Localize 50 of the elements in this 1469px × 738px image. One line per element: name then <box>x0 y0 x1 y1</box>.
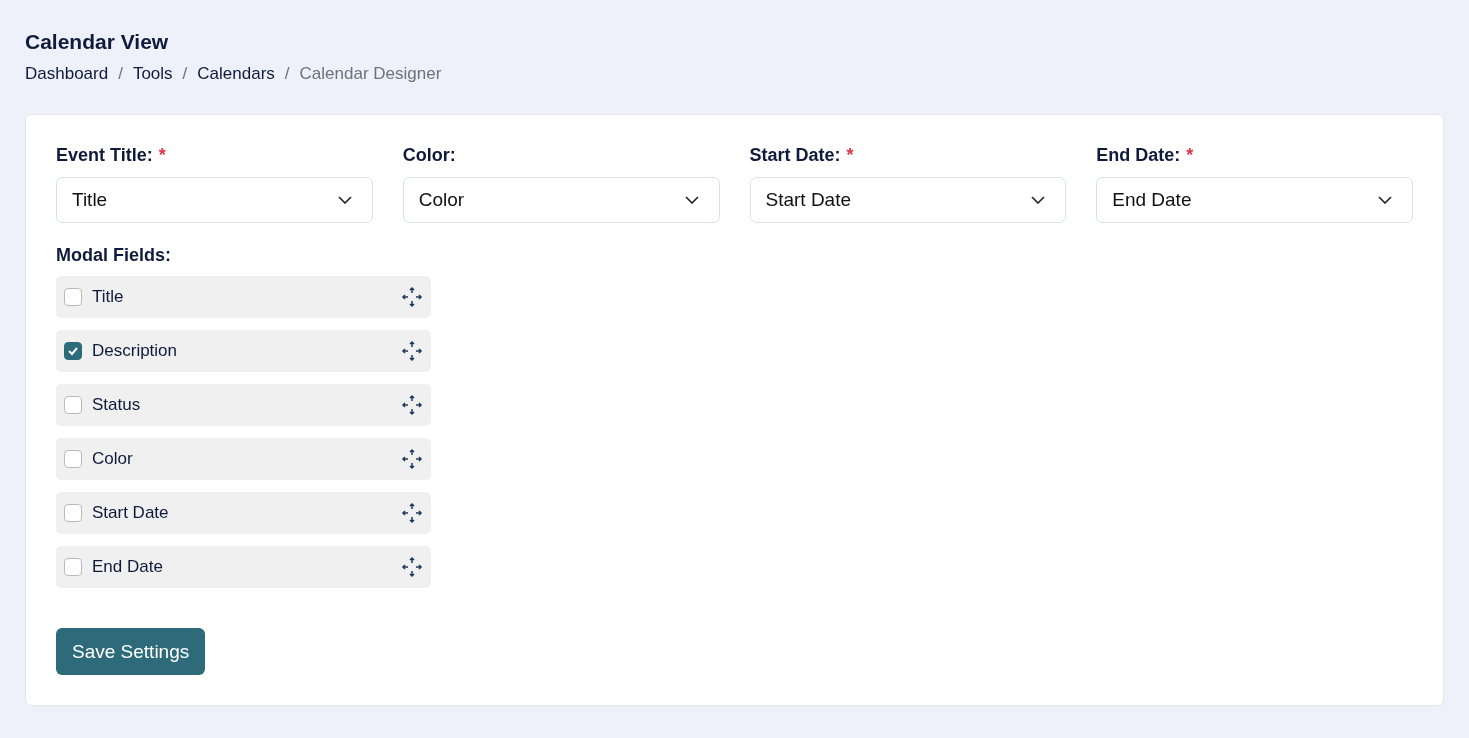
page-title: Calendar View <box>25 30 170 54</box>
breadcrumb-separator: / <box>284 64 290 84</box>
field-label: Modal Fields: <box>56 245 172 266</box>
move-icon[interactable] <box>401 286 423 308</box>
checkbox[interactable] <box>64 396 82 414</box>
field-label: Event Title: <box>56 145 153 166</box>
checkbox[interactable] <box>64 342 82 360</box>
save-settings-button[interactable]: Save Settings <box>56 628 206 675</box>
modal-field-item[interactable]: End Date <box>56 546 431 588</box>
move-icon[interactable] <box>401 502 423 524</box>
select-dropdown[interactable]: End Date <box>1096 177 1413 223</box>
checkbox[interactable] <box>64 504 82 522</box>
field-label: Start Date: <box>749 145 841 166</box>
required-mark: * <box>1186 145 1194 166</box>
checkbox[interactable] <box>64 558 82 576</box>
checkbox[interactable] <box>64 450 82 468</box>
breadcrumb-separator: / <box>182 64 188 84</box>
breadcrumb-link[interactable]: Calendars <box>197 64 275 84</box>
breadcrumb-separator: / <box>118 64 123 84</box>
modal-field-item[interactable]: Start Date <box>56 492 431 534</box>
modal-field-label: Status <box>92 395 142 415</box>
chevron-down-icon <box>1031 196 1046 204</box>
select-dropdown[interactable]: Color <box>402 177 720 223</box>
modal-field-item[interactable]: Description <box>56 330 431 372</box>
modal-field-label: Color <box>92 449 134 469</box>
required-mark: * <box>158 145 166 166</box>
select-dropdown[interactable]: Start Date <box>749 177 1067 223</box>
breadcrumb-link[interactable]: Dashboard <box>25 64 109 84</box>
modal-field-item[interactable]: Color <box>56 438 431 480</box>
modal-field-item[interactable]: Status <box>56 384 431 426</box>
chevron-down-icon <box>684 196 699 204</box>
move-icon[interactable] <box>401 394 423 416</box>
modal-field-label: Title <box>92 287 125 307</box>
modal-field-label: Description <box>92 341 179 361</box>
select-dropdown[interactable]: Title <box>56 177 373 223</box>
move-icon[interactable] <box>401 340 423 362</box>
breadcrumb-link[interactable]: Tools <box>132 64 173 84</box>
modal-field-label: End Date <box>92 557 164 577</box>
breadcrumb-current: Calendar Designer <box>299 64 442 84</box>
checkbox[interactable] <box>64 288 82 306</box>
move-icon[interactable] <box>401 556 423 578</box>
field-label: Color: <box>402 145 456 166</box>
modal-field-label: Start Date <box>92 503 170 523</box>
modal-field-item[interactable]: Title <box>56 276 431 318</box>
field-label: End Date: <box>1096 145 1181 166</box>
check-icon <box>67 346 79 356</box>
chevron-down-icon <box>337 196 352 204</box>
chevron-down-icon <box>1378 196 1392 204</box>
required-mark: * <box>846 145 854 166</box>
move-icon[interactable] <box>401 448 423 470</box>
